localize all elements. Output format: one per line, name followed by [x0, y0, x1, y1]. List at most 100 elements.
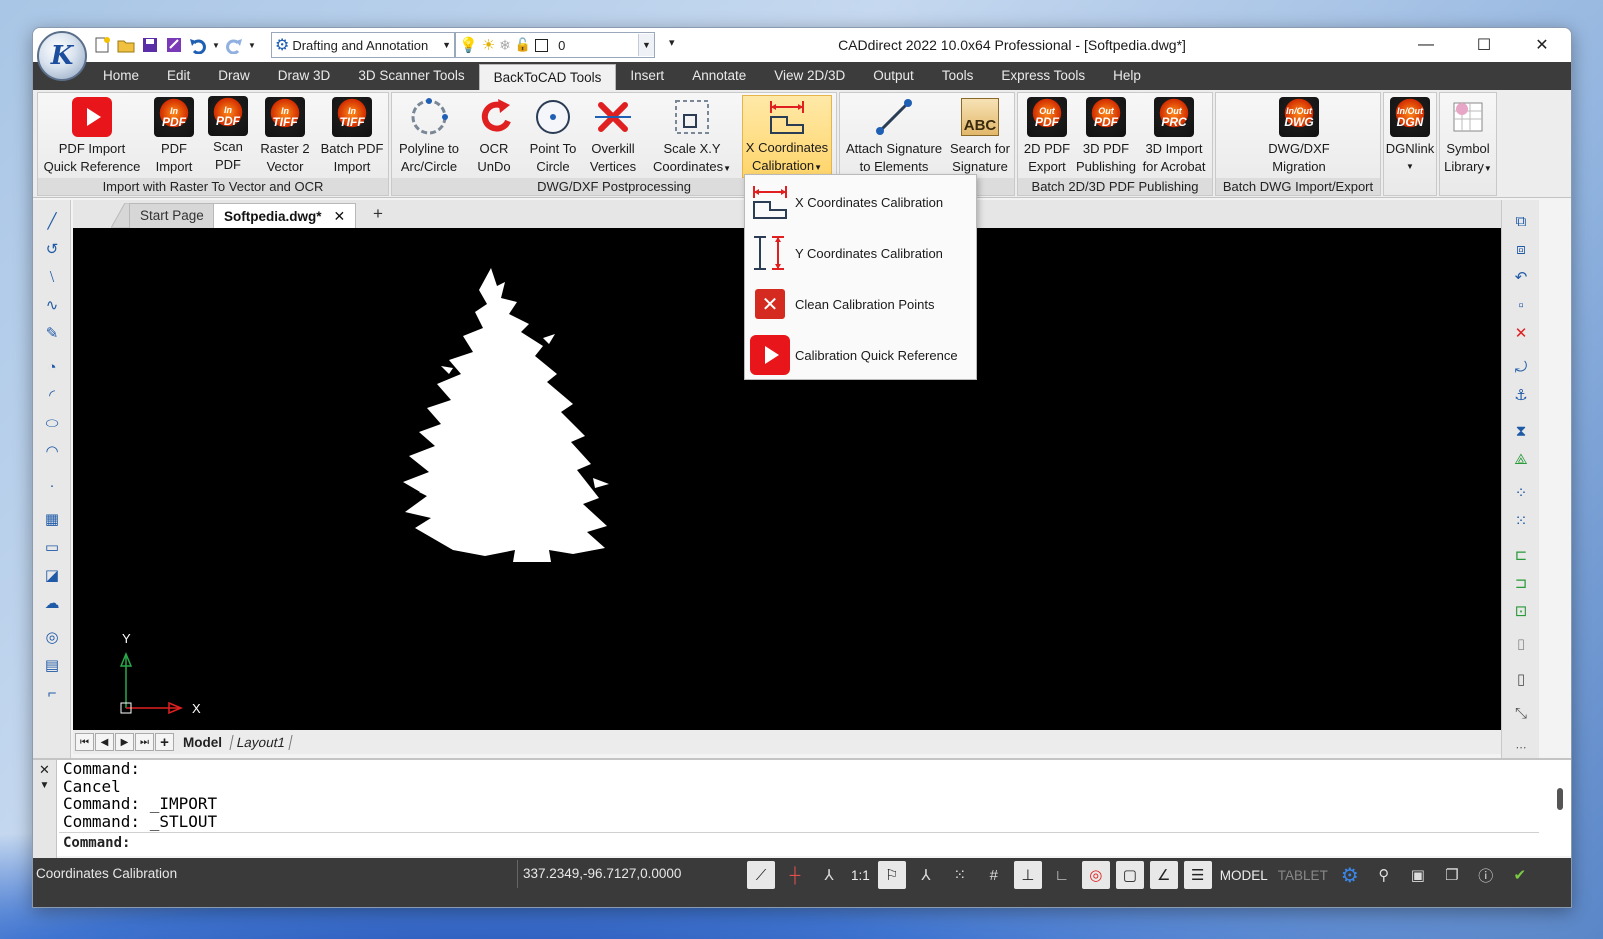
offset-icon[interactable]: ⚓ — [1510, 384, 1532, 406]
scale-icon[interactable]: ▫ — [1510, 294, 1532, 316]
tab-insert[interactable]: Insert — [616, 62, 678, 90]
ellipse-arc-icon[interactable]: ◠ — [41, 440, 63, 462]
grid-icon[interactable]: # — [980, 861, 1008, 889]
trim-icon[interactable]: ⊏ — [1510, 544, 1532, 566]
2d-pdf-export-button[interactable]: Out PDF 2D PDF Export — [1020, 95, 1074, 178]
leader-icon[interactable]: ⌐ — [41, 682, 63, 704]
ortho-icon[interactable]: ⊥ — [1013, 861, 1042, 889]
rotate-icon[interactable]: ↶ — [1510, 266, 1532, 288]
windows-icon[interactable]: ❐ — [1438, 861, 1466, 889]
user-settings-icon[interactable]: ⚲ — [1370, 861, 1398, 889]
array-icon[interactable]: ⁘ — [1510, 482, 1532, 504]
first-layout-button[interactable]: ⏮ — [75, 733, 94, 751]
scan-pdf-import-button[interactable]: InPDF Scan PDF Import — [200, 95, 256, 190]
move-icon[interactable]: ⧈ — [1510, 238, 1532, 260]
osnap-icon[interactable]: ◎ — [1081, 861, 1110, 889]
break-icon[interactable]: ⊡ — [1510, 600, 1532, 622]
rectangle-icon[interactable]: ▭ — [41, 536, 63, 558]
scale-value[interactable]: 1:1 — [849, 868, 872, 883]
copy-icon[interactable]: ⧉ — [1510, 210, 1532, 232]
close-icon[interactable]: ✕ — [334, 208, 346, 224]
add-tab-button[interactable]: + — [373, 204, 383, 224]
autoscale-icon[interactable]: ⅄ — [912, 861, 940, 889]
tab-express-tools[interactable]: Express Tools — [987, 62, 1099, 90]
multiline-icon[interactable]: ⧵ — [41, 266, 63, 288]
mirror-icon[interactable]: ⤾ — [1510, 356, 1532, 378]
fillet-icon[interactable]: ▯ — [1510, 668, 1532, 690]
tab-model[interactable]: Model — [178, 735, 227, 750]
info-icon[interactable]: ⓘ — [1472, 861, 1500, 889]
symbol-library-button[interactable]: Symbol Library▼ — [1442, 95, 1494, 178]
tab-layout1[interactable]: Layout1 — [229, 734, 293, 750]
otrack-icon[interactable]: ▢ — [1115, 861, 1144, 889]
polyline-icon[interactable]: ↺ — [41, 238, 63, 260]
x-coordinates-calibration-item[interactable]: X Coordinates Calibration — [745, 177, 976, 227]
gear-icon[interactable]: ⚙ — [1336, 861, 1364, 889]
tab-3d-scanner-tools[interactable]: 3D Scanner Tools — [344, 62, 478, 90]
add-layout-button[interactable]: + — [155, 733, 174, 751]
maximize-button[interactable]: ☐ — [1455, 28, 1513, 62]
line-icon[interactable]: ╱ — [41, 210, 63, 232]
erase-icon[interactable]: ✕ — [1510, 322, 1532, 344]
overkill-vertices-button[interactable]: Overkill Vertices — [584, 95, 642, 178]
region-icon[interactable]: ◪ — [41, 564, 63, 586]
close-icon[interactable]: ✕ — [33, 762, 56, 778]
tab-view-2d-3d[interactable]: View 2D/3D — [760, 62, 859, 90]
next-layout-button[interactable]: ▶ — [115, 733, 134, 751]
tab-backtocad-tools[interactable]: BackToCAD Tools — [478, 64, 617, 90]
hatch-icon[interactable]: ▦ — [41, 508, 63, 530]
pdf-import-button[interactable]: In PDF PDF Import — [148, 95, 200, 178]
prev-layout-button[interactable]: ◀ — [95, 733, 114, 751]
tab-softpedia-dwg[interactable]: Softpedia.dwg* ✕ — [213, 203, 357, 228]
annotation-scale-icon[interactable]: ⅄ — [815, 861, 843, 889]
tab-start-page[interactable]: Start Page — [129, 203, 215, 228]
tab-draw-3d[interactable]: Draw 3D — [264, 62, 345, 90]
search-for-signature-button[interactable]: ABC Search for Signature — [948, 95, 1012, 178]
batch-pdf-import-button[interactable]: In TIFF Batch PDF Import — [318, 95, 386, 178]
ocr-undo-button[interactable]: OCR UnDo — [468, 95, 520, 178]
last-layout-button[interactable]: ⏭ — [135, 733, 154, 751]
tab-home[interactable]: Home — [89, 62, 153, 90]
raster-2-vector-button[interactable]: In TIFF Raster 2 Vector — [258, 95, 312, 178]
ellipse-icon[interactable]: ⬭ — [41, 412, 63, 434]
tab-output[interactable]: Output — [859, 62, 928, 90]
3d-pdf-publishing-button[interactable]: Out PDF 3D PDF Publishing — [1076, 95, 1136, 178]
stretch-icon[interactable]: ⟁ — [1510, 448, 1532, 470]
dgnlink-button[interactable]: In/Out DGN DGNlink ▼ — [1385, 95, 1435, 178]
3d-import-acrobat-button[interactable]: Out PRC 3D Import for Acrobat — [1138, 95, 1210, 178]
clean-calibration-points-item[interactable]: ✕ Clean Calibration Points — [745, 279, 976, 329]
polyline-to-arc-button[interactable]: Polyline to Arc/Circle — [394, 95, 464, 178]
crosshair-icon[interactable]: ┼ — [781, 861, 809, 889]
app-logo[interactable]: K — [37, 31, 87, 81]
dwg-dxf-migration-button[interactable]: In/Out DWG DWG/DXF Migration — [1256, 95, 1342, 178]
close-button[interactable]: ✕ — [1513, 28, 1571, 62]
lineweight-icon[interactable]: ☰ — [1183, 861, 1212, 889]
check-icon[interactable]: ✔ — [1506, 861, 1534, 889]
minimize-button[interactable]: — — [1397, 28, 1455, 62]
command-input[interactable]: Command: — [59, 832, 1539, 854]
chamfer-icon[interactable]: ⌷ — [1510, 634, 1532, 656]
tablet-label[interactable]: TABLET — [1276, 868, 1330, 883]
arc-icon[interactable]: ◜ — [41, 384, 63, 406]
tab-help[interactable]: Help — [1099, 62, 1155, 90]
tab-draw[interactable]: Draw — [204, 62, 264, 90]
cloud-icon[interactable]: ☁ — [41, 592, 63, 614]
monitor-icon[interactable]: ▣ — [1404, 861, 1432, 889]
more-icon[interactable]: ⋯ — [1510, 736, 1532, 758]
x-coordinates-calibration-button[interactable]: X Coordinates Calibration▼ — [742, 95, 832, 178]
annotation-visibility-icon[interactable]: ⚐ — [877, 861, 906, 889]
command-scrollbar[interactable] — [1557, 788, 1563, 810]
attach-signature-button[interactable]: Attach Signature to Elements — [842, 95, 946, 178]
extend-icon[interactable]: ⊐ — [1510, 572, 1532, 594]
dynamic-ucs-icon[interactable]: ∠ — [1149, 861, 1178, 889]
scale-xy-coordinates-button[interactable]: Scale X.Y Coordinates▼ — [646, 95, 738, 178]
point-icon[interactable]: · — [41, 474, 63, 496]
tab-edit[interactable]: Edit — [153, 62, 204, 90]
circle-icon[interactable]: ◔ — [41, 356, 63, 378]
explode-icon[interactable]: ⤡ — [1510, 702, 1532, 724]
calibration-quick-reference-item[interactable]: Calibration Quick Reference — [745, 330, 976, 380]
tab-tools[interactable]: Tools — [928, 62, 988, 90]
snap-grid-icon[interactable]: ⁙ — [946, 861, 974, 889]
point-to-circle-button[interactable]: Point To Circle — [524, 95, 582, 178]
spline-icon[interactable]: ∿ — [41, 294, 63, 316]
